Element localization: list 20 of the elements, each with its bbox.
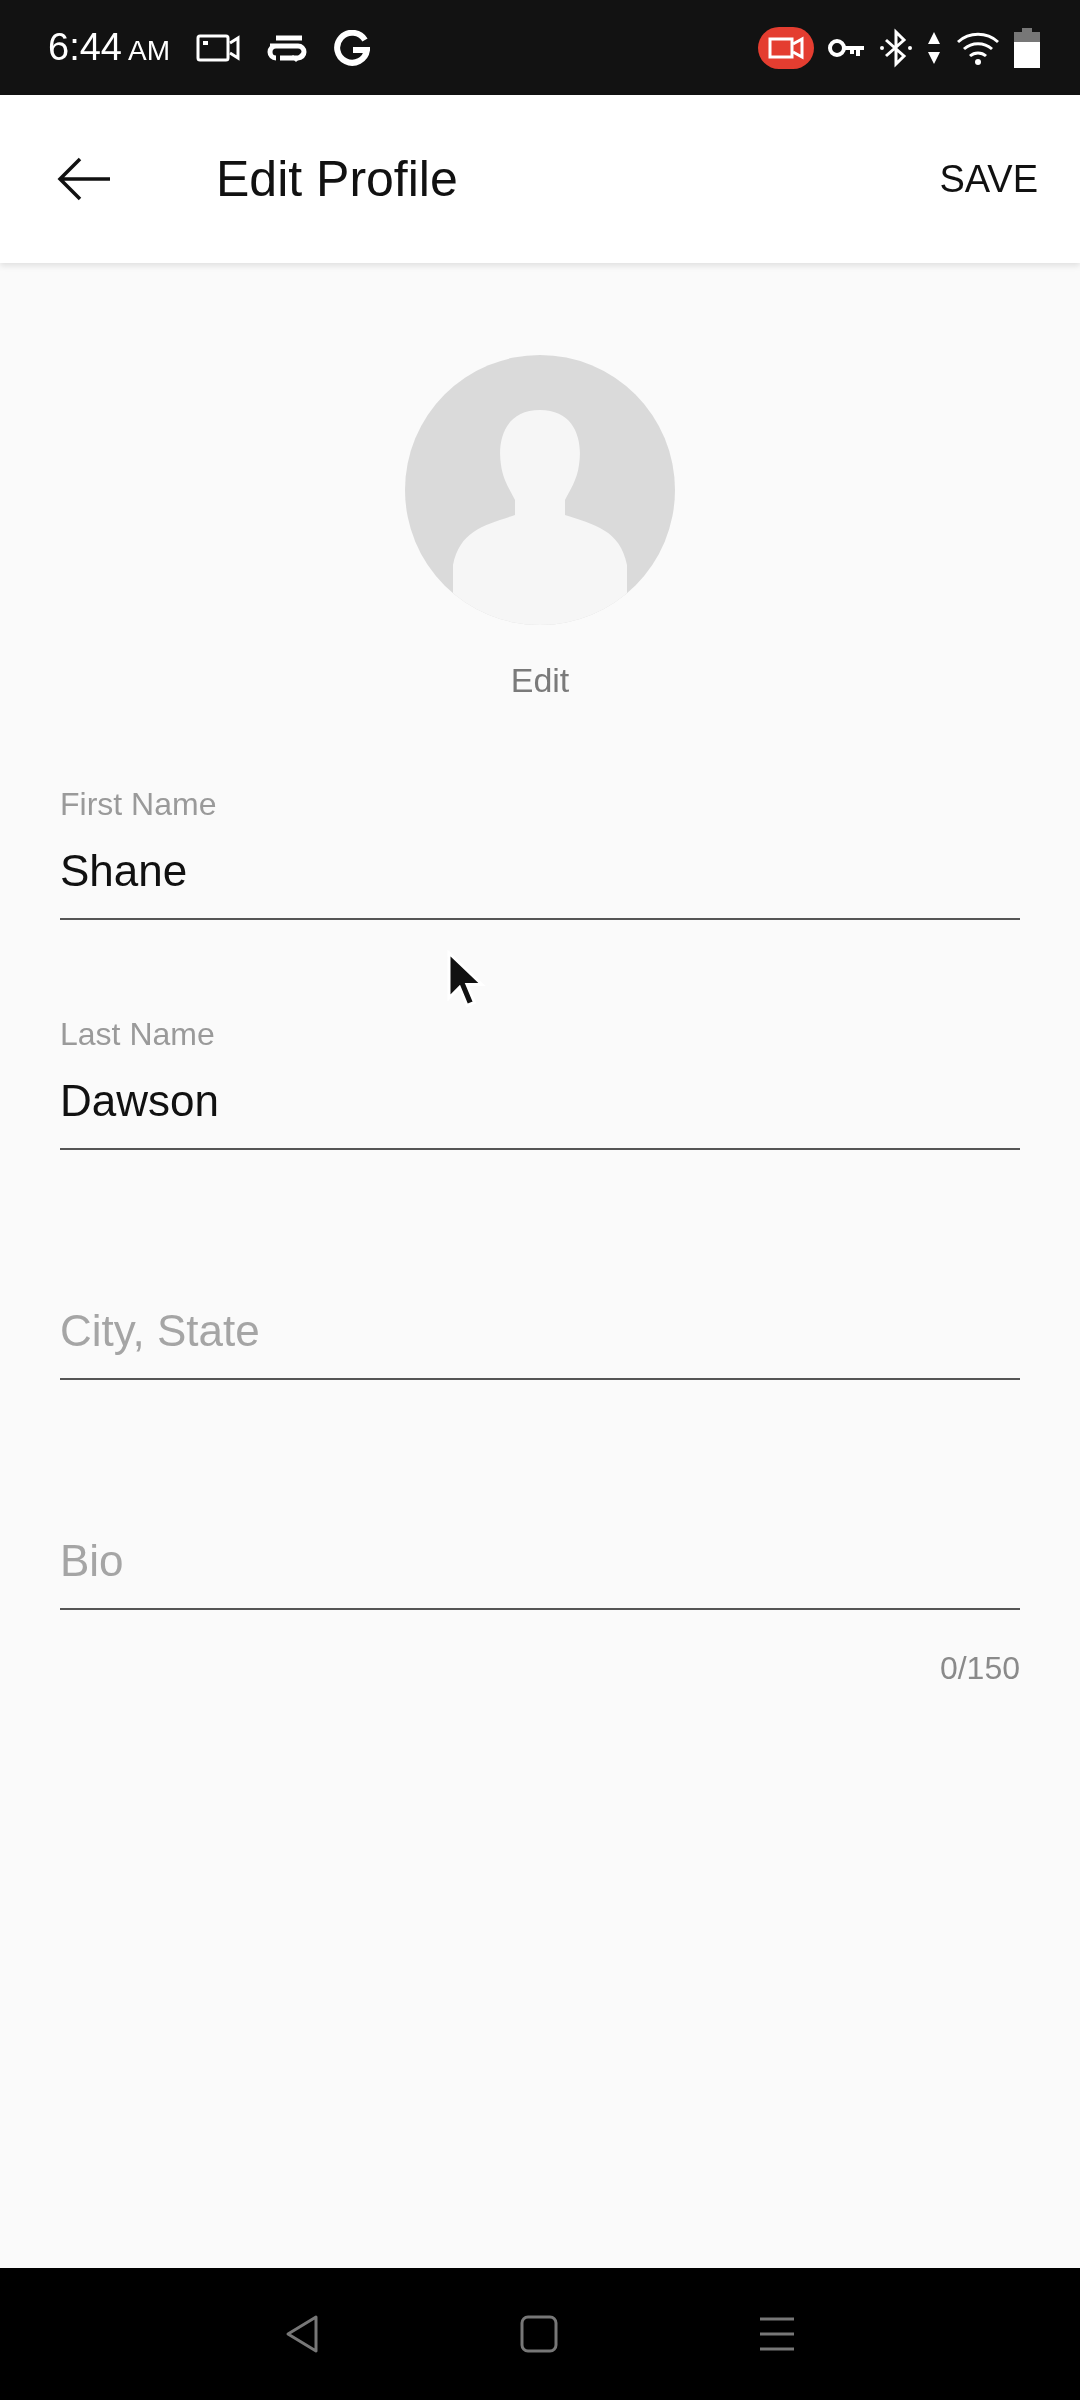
home-nav-icon[interactable] [520,2315,558,2353]
character-counter: 0/150 [939,1650,1020,1686]
input-field[interactable]: Shane [60,824,1020,920]
input-field[interactable]: City, State [60,1284,1020,1380]
input-field[interactable]: Dawson [60,1054,1020,1150]
bluetooth-icon [880,27,912,68]
status-time: 6:44 AM [48,26,170,69]
back-nav-icon[interactable] [284,2314,320,2354]
field-label: Last Name [60,1015,216,1054]
page-title: Edit Profile [216,150,459,208]
camera-icon [195,32,240,63]
edit-photo-link[interactable]: Edit [500,657,580,704]
avatar-icon [405,355,675,625]
back-button[interactable] [56,157,112,201]
screen-record-icon [758,26,814,69]
input-field[interactable]: Bio [60,1514,1020,1610]
battery-icon [1014,27,1040,68]
menu-nav-icon[interactable] [758,2317,796,2351]
field-label: First Name [60,785,218,824]
save-button[interactable]: SAVE [925,147,1052,211]
